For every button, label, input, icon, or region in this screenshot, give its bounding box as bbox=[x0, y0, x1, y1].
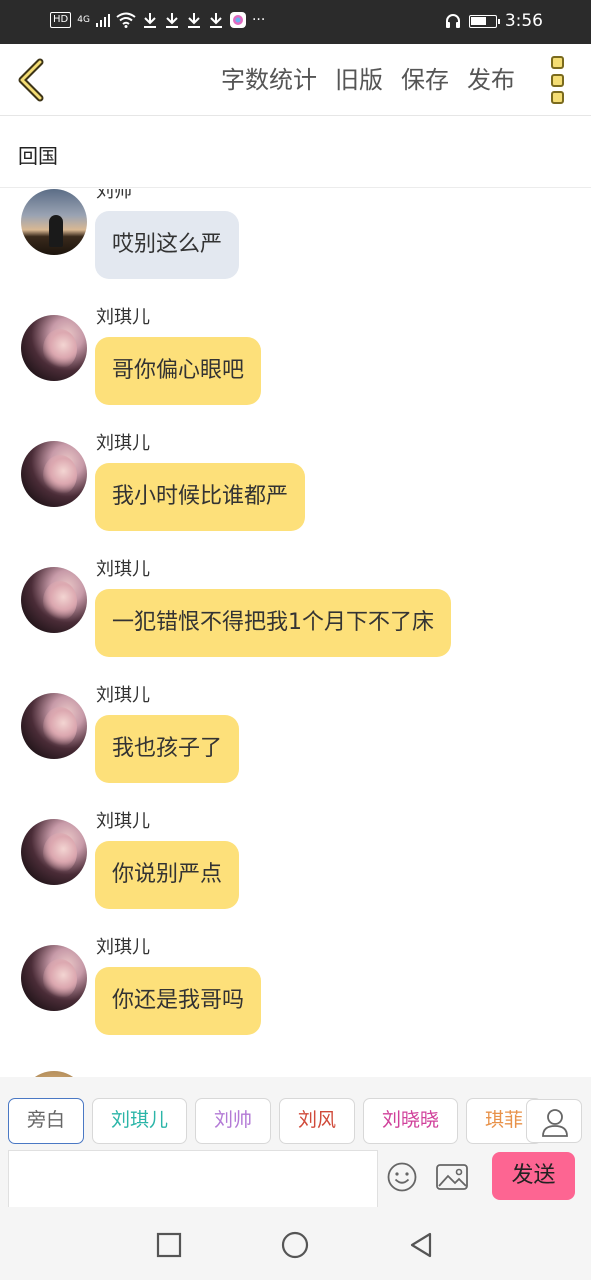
avatar[interactable] bbox=[21, 441, 87, 507]
status-bar: HD 4G ··· 3:56 bbox=[0, 0, 591, 44]
old-version-button[interactable]: 旧版 bbox=[335, 64, 383, 96]
person-icon bbox=[542, 1109, 568, 1137]
chevron-left-icon bbox=[18, 58, 44, 102]
sender-name: 刘琪儿 bbox=[96, 937, 150, 958]
send-button[interactable]: 发送 bbox=[492, 1152, 575, 1200]
home-icon[interactable] bbox=[281, 1231, 309, 1259]
sender-name: 刘琪儿 bbox=[96, 307, 150, 328]
chip-label: 刘琪儿 bbox=[110, 1109, 168, 1131]
headphone-icon bbox=[445, 14, 460, 28]
message-bubble[interactable]: 我小时候比谁都严 bbox=[95, 463, 306, 531]
signal-icon bbox=[95, 14, 110, 27]
chip-label: 刘晓晓 bbox=[381, 1109, 439, 1131]
emoji-button[interactable] bbox=[386, 1161, 418, 1193]
status-right: 3:56 bbox=[445, 11, 543, 31]
avatar[interactable] bbox=[21, 315, 87, 381]
image-icon bbox=[436, 1164, 468, 1190]
message-bubble[interactable]: 哥你偏心眼吧 bbox=[95, 337, 262, 405]
network-type: 4G bbox=[77, 15, 90, 25]
message-input[interactable] bbox=[8, 1150, 378, 1207]
sender-name: 刘琪儿 bbox=[96, 811, 150, 832]
hd-badge: HD bbox=[50, 12, 72, 28]
message-bubble[interactable]: 我也孩子了 bbox=[95, 715, 240, 783]
chip-label: 刘帅 bbox=[213, 1109, 252, 1131]
avatar[interactable] bbox=[21, 819, 87, 885]
avatar[interactable] bbox=[21, 693, 87, 759]
avatar[interactable] bbox=[21, 567, 87, 633]
download-icon bbox=[165, 13, 178, 28]
toolbar-actions: 字数统计 旧版 保存 发布 bbox=[221, 64, 515, 96]
more-dot bbox=[551, 73, 564, 87]
back-button[interactable] bbox=[14, 58, 50, 102]
message-bubble[interactable]: 你说别严点 bbox=[95, 841, 240, 909]
message-bubble[interactable]: 哎别这么严 bbox=[95, 211, 240, 279]
status-left: HD 4G ··· bbox=[50, 12, 265, 28]
battery-fill bbox=[470, 16, 486, 25]
word-count-button[interactable]: 字数统计 bbox=[221, 64, 317, 96]
message-bubble[interactable]: 你还是我哥吗 bbox=[95, 967, 262, 1035]
chapter-title[interactable]: 回国 bbox=[0, 116, 591, 188]
more-dot bbox=[551, 91, 564, 104]
character-selector: 旁白 刘琪儿 刘帅 刘风 刘晓晓 琪菲 bbox=[0, 1077, 591, 1149]
input-row: 发送 bbox=[0, 1149, 591, 1207]
sender-name: 刘帅 bbox=[96, 189, 132, 202]
character-chip-narrator[interactable]: 旁白 bbox=[8, 1098, 84, 1144]
download-icon bbox=[187, 13, 200, 28]
character-chip[interactable]: 刘帅 bbox=[195, 1098, 271, 1144]
app-icon bbox=[229, 12, 246, 28]
download-icon bbox=[209, 13, 222, 28]
character-chip[interactable]: 刘晓晓 bbox=[363, 1098, 458, 1144]
avatar[interactable] bbox=[21, 945, 87, 1011]
chip-label: 琪菲 bbox=[484, 1109, 523, 1131]
message-bubble[interactable]: 一犯错恨不得把我1个月下不了床 bbox=[95, 589, 451, 657]
chip-label: 刘风 bbox=[297, 1109, 336, 1131]
more-notifications: ··· bbox=[251, 12, 266, 28]
publish-button[interactable]: 发布 bbox=[467, 64, 515, 96]
more-vertical-icon[interactable] bbox=[551, 56, 567, 104]
status-time: 3:56 bbox=[504, 11, 543, 31]
image-button[interactable] bbox=[435, 1162, 469, 1192]
system-nav-bar bbox=[0, 1207, 591, 1280]
character-chip[interactable]: 刘风 bbox=[279, 1098, 355, 1144]
message-list[interactable]: 刘帅 哎别这么严 刘琪儿 哥你偏心眼吧 刘琪儿 我小时候比谁都严 刘琪儿 一犯错… bbox=[0, 189, 591, 1077]
sender-name: 刘琪儿 bbox=[96, 433, 150, 454]
download-icon bbox=[143, 13, 156, 28]
more-dot bbox=[551, 56, 564, 69]
sender-name: 刘琪儿 bbox=[96, 559, 150, 580]
battery-icon bbox=[468, 14, 500, 28]
top-toolbar: 字数统计 旧版 保存 发布 bbox=[0, 44, 591, 116]
character-chip[interactable]: 刘琪儿 bbox=[92, 1098, 187, 1144]
save-button[interactable]: 保存 bbox=[401, 64, 449, 96]
sender-name: 刘琪儿 bbox=[96, 685, 150, 706]
recent-apps-icon[interactable] bbox=[155, 1231, 183, 1259]
chip-label: 旁白 bbox=[26, 1109, 65, 1131]
avatar[interactable] bbox=[21, 189, 87, 255]
emoji-icon bbox=[387, 1162, 417, 1192]
character-manage-button[interactable] bbox=[526, 1099, 582, 1143]
wifi-icon bbox=[116, 12, 136, 28]
back-nav-icon[interactable] bbox=[407, 1231, 435, 1259]
